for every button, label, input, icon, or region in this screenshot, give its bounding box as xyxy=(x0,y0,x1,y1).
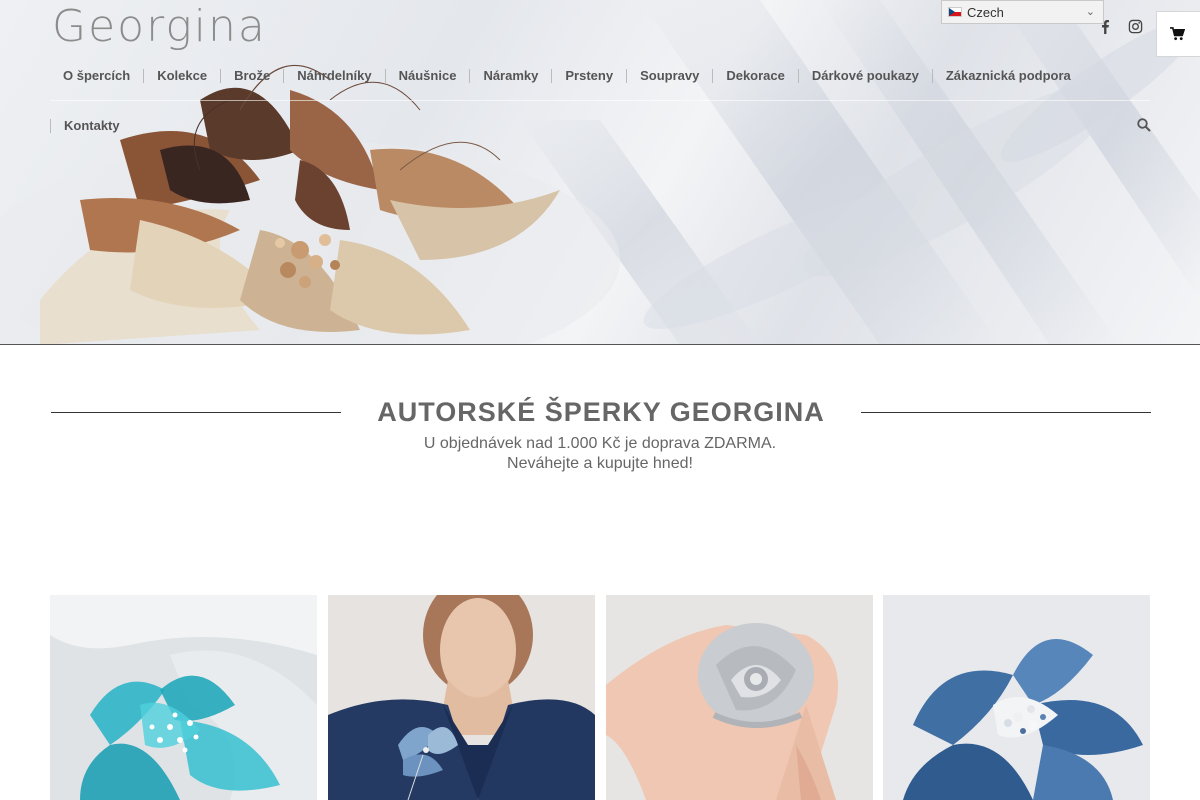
nav-item-kolekce[interactable]: Kolekce xyxy=(143,69,220,83)
search-icon[interactable] xyxy=(1136,117,1152,133)
page-title: AUTORSKÉ ŠPERKY GEORGINA xyxy=(377,397,825,427)
silver-ring-image xyxy=(606,595,873,800)
logo-text: Georgina xyxy=(52,1,267,52)
product-grid xyxy=(50,595,1150,800)
heading-rule-right xyxy=(861,412,1151,413)
nav-divider xyxy=(50,100,1150,101)
nav-item-soupravy[interactable]: Soupravy xyxy=(626,69,712,83)
product-card-denim-brooch[interactable] xyxy=(883,595,1150,800)
hero-banner: Georgina Czech ⌄ O špercích Kolekce Brož… xyxy=(0,0,1200,345)
product-card-denim-brooch-model[interactable] xyxy=(328,595,595,800)
denim-brooch-image xyxy=(883,595,1150,800)
section-heading: AUTORSKÉ ŠPERKY GEORGINA xyxy=(51,395,1151,429)
product-card-turquoise-brooch[interactable] xyxy=(50,595,317,800)
nav-item-zakaznicka-podpora[interactable]: Zákaznická podpora xyxy=(931,69,1084,83)
turquoise-brooch-image xyxy=(50,595,317,800)
shipping-notice-line2: Neváhejte a kupujte hned! xyxy=(507,455,693,472)
cart-icon xyxy=(1169,27,1185,41)
nav-item-kontakty[interactable]: Kontakty xyxy=(50,119,133,133)
nav-item-dekorace[interactable]: Dekorace xyxy=(712,69,798,83)
product-card-silver-ring[interactable] xyxy=(606,595,873,800)
nav-item-prsteny[interactable]: Prsteny xyxy=(551,69,626,83)
czech-flag-icon xyxy=(948,7,962,17)
shipping-notice-line1: U objednávek nad 1.000 Kč je doprava ZDA… xyxy=(423,435,777,452)
main-nav-row-2: Kontakty xyxy=(50,116,133,136)
language-selected-label: Czech xyxy=(967,4,1004,20)
language-select[interactable]: Czech ⌄ xyxy=(941,0,1104,24)
shipping-notice: U objednávek nad 1.000 Kč je doprava ZDA… xyxy=(0,434,1200,474)
nav-item-nahrdelniky[interactable]: Náhrdelníky xyxy=(283,69,384,83)
nav-item-nausnice[interactable]: Náušnice xyxy=(384,69,470,83)
nav-item-broze[interactable]: Brože xyxy=(220,69,283,83)
facebook-icon[interactable] xyxy=(1094,14,1116,38)
main-nav: O špercích Kolekce Brože Náhrdelníky Náu… xyxy=(50,66,1084,86)
nav-item-darkove-poukazy[interactable]: Dárkové poukazy xyxy=(797,69,932,83)
nav-item-naramky[interactable]: Náramky xyxy=(469,69,551,83)
model-with-brooch-image xyxy=(328,595,595,800)
site-logo[interactable]: Georgina xyxy=(52,2,302,52)
heading-rule-left xyxy=(51,412,341,413)
nav-item-o-sperich[interactable]: O špercích xyxy=(50,69,143,83)
instagram-icon[interactable] xyxy=(1124,14,1146,38)
cart-button[interactable] xyxy=(1156,11,1200,57)
